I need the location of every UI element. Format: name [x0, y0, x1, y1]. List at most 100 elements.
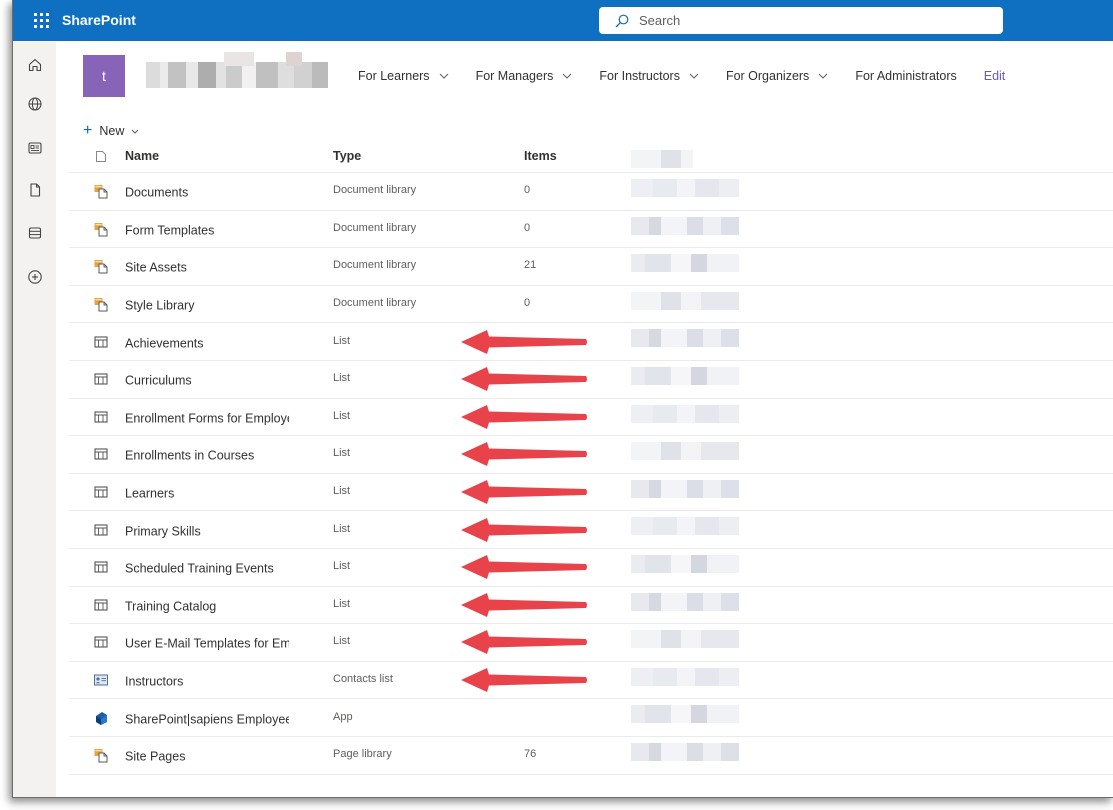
row-name-link[interactable]: Form Templates: [125, 223, 289, 237]
row-name-link[interactable]: Achievements: [125, 336, 289, 350]
site-navigation: For Learners For Managers For Instructor…: [358, 66, 1032, 86]
redacted-cell: [631, 479, 739, 498]
waffle-icon: [33, 13, 49, 28]
chevron-down-icon: [818, 73, 828, 79]
row-name-link[interactable]: Documents: [125, 186, 289, 200]
table-row[interactable]: Site Pages Page library 76: [69, 737, 1113, 775]
nav-for-organizers[interactable]: For Organizers: [726, 69, 828, 83]
document-library-icon: [93, 258, 109, 274]
search-box[interactable]: [599, 7, 1003, 34]
redacted-cell: [631, 291, 739, 310]
add-circle-icon: [27, 270, 42, 284]
row-type: Document library: [333, 184, 417, 197]
app-launcher-button[interactable]: [23, 0, 59, 41]
row-name-link[interactable]: Site Pages: [125, 750, 289, 764]
row-name-link[interactable]: Instructors: [125, 674, 289, 688]
row-name-link[interactable]: Learners: [125, 486, 289, 500]
chevron-down-icon: [689, 73, 699, 79]
left-rail: [13, 41, 56, 797]
table-row[interactable]: Achievements List: [69, 323, 1113, 361]
chevron-down-icon: [562, 73, 572, 79]
table-row[interactable]: Form Templates Document library 0: [69, 211, 1113, 249]
file-type-header-icon[interactable]: [93, 148, 109, 164]
list-icon: [28, 227, 41, 239]
nav-label: For Managers: [475, 69, 554, 83]
annotation-arrow: [461, 404, 587, 429]
row-name-link[interactable]: Training Catalog: [125, 599, 289, 613]
table-row[interactable]: Style Library Document library 0: [69, 286, 1113, 324]
redacted-cell: [631, 404, 739, 423]
rail-news-button[interactable]: [13, 130, 56, 166]
row-type: Document library: [333, 221, 417, 234]
redacted-cell: [631, 592, 739, 611]
chevron-down-icon: [131, 129, 139, 134]
list-icon: [93, 559, 109, 575]
table-row[interactable]: SharePoint|sapiens Employee App: [69, 699, 1113, 737]
site-title-redacted[interactable]: [146, 52, 328, 88]
row-name-link[interactable]: Curriculums: [125, 374, 289, 388]
column-header-name[interactable]: Name: [125, 149, 289, 163]
table-row[interactable]: Training Catalog List: [69, 587, 1113, 625]
redacted-cell: [631, 667, 739, 686]
table-row[interactable]: Curriculums List: [69, 361, 1113, 399]
column-header-type[interactable]: Type: [333, 149, 361, 163]
row-name-link[interactable]: User E-Mail Templates for Em|: [125, 637, 289, 651]
rail-home-button[interactable]: [13, 47, 56, 83]
redacted-cell: [631, 254, 739, 273]
search-input[interactable]: [637, 12, 971, 29]
table-header: Name Type Items: [69, 140, 1113, 173]
site-logo[interactable]: t: [83, 55, 125, 97]
nav-edit-link[interactable]: Edit: [984, 69, 1006, 83]
redacted-cell: [631, 366, 739, 385]
browser-window: SharePoint Search t For Learners For Man…: [12, 0, 1113, 798]
nav-label: For Administrators: [855, 69, 957, 83]
rail-files-button[interactable]: [13, 172, 56, 208]
rail-lists-button[interactable]: [13, 215, 56, 251]
table-row[interactable]: Scheduled Training Events List: [69, 549, 1113, 587]
row-type: Document library: [333, 259, 417, 272]
annotation-arrow: [461, 329, 587, 354]
table-row[interactable]: Learners List: [69, 474, 1113, 512]
list-icon: [93, 522, 109, 538]
contacts-list-icon: [93, 672, 109, 688]
row-name-link[interactable]: SharePoint|sapiens Employee: [125, 712, 289, 726]
app-name[interactable]: SharePoint: [62, 0, 136, 41]
document-library-icon: [93, 296, 109, 312]
table-row[interactable]: Site Assets Document library 21: [69, 248, 1113, 286]
document-library-icon: [93, 747, 109, 763]
row-name-link[interactable]: Enrollments in Courses: [125, 449, 289, 463]
table-row[interactable]: Enrollment Forms for Employe List: [69, 399, 1113, 437]
new-label: New: [99, 124, 125, 138]
nav-for-administrators[interactable]: For Administrators: [855, 69, 956, 83]
app-icon: [93, 710, 109, 726]
row-name-link[interactable]: Enrollment Forms for Employe: [125, 411, 289, 425]
nav-label: For Instructors: [599, 69, 680, 83]
rail-sites-button[interactable]: [13, 86, 56, 122]
row-name-link[interactable]: Scheduled Training Events: [125, 562, 289, 576]
suite-bar: SharePoint: [13, 0, 1113, 41]
row-name-link[interactable]: Primary Skills: [125, 524, 289, 538]
nav-for-learners[interactable]: For Learners: [358, 69, 449, 83]
list-icon: [93, 334, 109, 350]
row-name-link[interactable]: Site Assets: [125, 261, 289, 275]
table-row[interactable]: Documents Document library 0: [69, 173, 1113, 211]
row-name-link[interactable]: Style Library: [125, 298, 289, 312]
redacted-cell: [631, 705, 739, 724]
column-header-items[interactable]: Items: [524, 149, 557, 163]
nav-for-managers[interactable]: For Managers: [476, 69, 573, 83]
annotation-arrow: [461, 367, 587, 392]
nav-for-instructors[interactable]: For Instructors: [599, 69, 699, 83]
nav-label: For Learners: [358, 69, 430, 83]
list-icon: [93, 409, 109, 425]
nav-label: For Organizers: [725, 69, 810, 83]
rail-create-button[interactable]: [13, 259, 56, 295]
table-row[interactable]: User E-Mail Templates for Em| List: [69, 624, 1113, 662]
new-button[interactable]: + New: [83, 123, 139, 139]
document-icon: [29, 183, 40, 197]
table-row[interactable]: Instructors Contacts list: [69, 662, 1113, 700]
list-icon: [93, 371, 109, 387]
redacted-cell: [631, 216, 739, 235]
table-row[interactable]: Primary Skills List: [69, 511, 1113, 549]
table-row[interactable]: Enrollments in Courses List: [69, 436, 1113, 474]
home-icon: [28, 58, 41, 72]
